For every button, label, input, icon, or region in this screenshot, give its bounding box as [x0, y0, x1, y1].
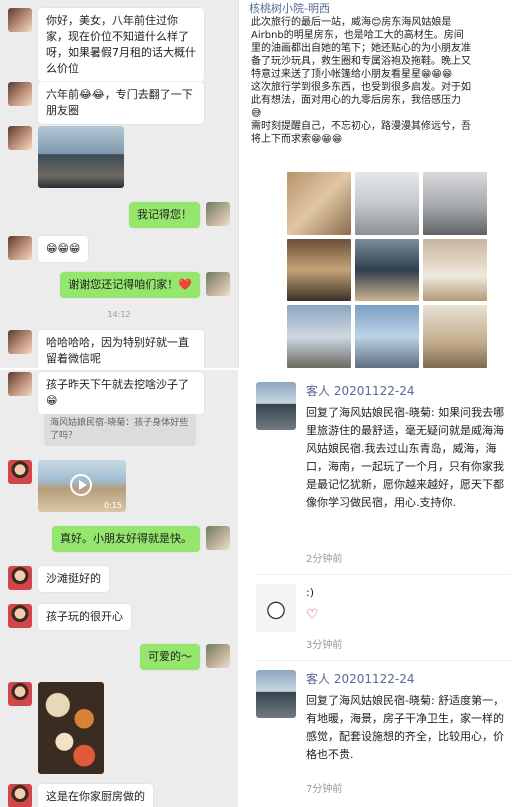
- photo-thumb[interactable]: [355, 172, 419, 235]
- comment-author[interactable]: 客人 20201122-24: [306, 382, 415, 399]
- divider: [256, 660, 511, 661]
- avatar[interactable]: [206, 272, 230, 296]
- post-text: 此次旅行的最后一站，威海😊房东海风姑娘是Airbnb的明星房东，也是哈工大的高材…: [251, 17, 471, 145]
- photo-thumb[interactable]: [287, 238, 351, 302]
- comment-author[interactable]: 客人 20201122-24: [306, 670, 415, 687]
- chat-message: 六年前😂😂，专门去翻了一下朋友圈: [8, 82, 204, 124]
- photo-thumb[interactable]: [423, 305, 487, 368]
- photo-thumb[interactable]: [287, 305, 351, 368]
- message-bubble: 我记得您！: [129, 202, 200, 228]
- message-bubble: 真好。小朋友好得就是快。: [52, 526, 200, 552]
- message-bubble: 沙滩挺好的: [38, 566, 109, 592]
- photo-thumb[interactable]: [423, 238, 487, 302]
- message-bubble: 可爱的～: [140, 644, 200, 670]
- chat-message: 孩子玩的很开心: [8, 604, 131, 630]
- chat-message: 谢谢您还记得咱们家！❤️: [60, 272, 230, 298]
- avatar[interactable]: [8, 8, 32, 32]
- avatar[interactable]: [8, 330, 32, 354]
- chat-panel-bottom: 孩子昨天下午就去挖啥沙子了😁 海风姑娘民宿-晓菊：孩子身体好些了吗？ 0:15 …: [0, 368, 238, 807]
- message-bubble: 哈哈哈哈，因为特别好就一直留着微信呢: [38, 330, 204, 368]
- video-duration: 0:15: [104, 501, 122, 510]
- avatar[interactable]: [8, 566, 32, 590]
- chat-message: [8, 126, 124, 188]
- avatar[interactable]: [206, 526, 230, 550]
- message-bubble: 六年前😂😂，专门去翻了一下朋友圈: [38, 82, 204, 124]
- comment-time: 2分钟前: [306, 554, 343, 565]
- photo-grid: [287, 172, 487, 368]
- chat-message: 真好。小朋友好得就是快。: [52, 526, 230, 552]
- comment-time: 3分钟前: [306, 640, 343, 651]
- comment-time: 7分钟前: [306, 784, 343, 795]
- message-bubble: 孩子昨天下午就去挖啥沙子了😁: [38, 372, 204, 414]
- photo-thumb[interactable]: [355, 305, 419, 368]
- avatar[interactable]: [8, 784, 32, 807]
- message-bubble: 谢谢您还记得咱们家！❤️: [60, 272, 200, 298]
- avatar[interactable]: [206, 202, 230, 226]
- avatar[interactable]: [8, 236, 32, 260]
- video-message[interactable]: 0:15: [38, 460, 126, 512]
- chat-panel-top: 你好，美女，八年前住过你家，现在价位不知道什么样了呀，如果暑假7月租的话大概什么…: [0, 0, 238, 368]
- avatar[interactable]: [8, 126, 32, 150]
- chat-message: 哈哈哈哈，因为特别好就一直留着微信呢: [8, 330, 204, 368]
- chat-message: [8, 682, 104, 774]
- message-bubble: 😁😁😁: [38, 236, 89, 262]
- image-message[interactable]: [38, 682, 104, 774]
- comment-text: :): [306, 586, 314, 599]
- message-bubble: 你好，美女，八年前住过你家，现在价位不知道什么样了呀，如果暑假7月租的话大概什么…: [38, 8, 204, 82]
- chat-message: 😁😁😁: [8, 236, 89, 262]
- divider: [256, 574, 511, 575]
- chat-message: 孩子昨天下午就去挖啥沙子了😁: [8, 372, 204, 414]
- avatar[interactable]: [206, 644, 230, 668]
- quoted-message[interactable]: 海风姑娘民宿-晓菊：孩子身体好些了吗？: [44, 414, 196, 446]
- play-icon[interactable]: [70, 474, 92, 496]
- avatar[interactable]: [256, 584, 296, 632]
- heart-icon[interactable]: ♡: [306, 606, 506, 624]
- chat-message: 你好，美女，八年前住过你家，现在价位不知道什么样了呀，如果暑假7月租的话大概什么…: [8, 8, 204, 82]
- comments-panel: 客人 20201122-24 回复了海风姑娘民宿-晓菊: 如果问我去哪里旅游住的…: [250, 368, 513, 807]
- photo-thumb[interactable]: [423, 172, 487, 235]
- avatar[interactable]: [8, 372, 32, 396]
- avatar[interactable]: [256, 670, 296, 718]
- chat-message: 我记得您！: [129, 202, 230, 228]
- comment-text: 回复了海风姑娘民宿-晓菊: 如果问我去哪里旅游住的最舒适，毫无疑问就是威海海风姑…: [306, 406, 505, 509]
- chat-message: 这是在你家厨房做的: [8, 784, 153, 807]
- avatar[interactable]: [8, 604, 32, 628]
- avatar[interactable]: [256, 382, 296, 430]
- chat-message: 0:15: [8, 460, 126, 512]
- chat-message: 沙滩挺好的: [8, 566, 109, 592]
- chat-timestamp: 14:12: [107, 310, 131, 319]
- chat-message: 可爱的～: [140, 644, 230, 670]
- photo-thumb[interactable]: [355, 238, 419, 302]
- moments-post: 核桃树小院-明西 此次旅行的最后一站，威海😊房东海风姑娘是Airbnb的明星房东…: [238, 0, 513, 368]
- photo-thumb[interactable]: [287, 172, 351, 235]
- comment-text: 回复了海风姑娘民宿-晓菊: 舒适度第一，有地暖，海景，房子干净卫生，家一样的感觉…: [306, 694, 505, 761]
- post-author[interactable]: 核桃树小院-明西: [249, 0, 330, 16]
- message-bubble: 这是在你家厨房做的: [38, 784, 153, 807]
- message-bubble: 孩子玩的很开心: [38, 604, 131, 630]
- avatar[interactable]: [8, 460, 32, 484]
- image-message[interactable]: [38, 126, 124, 188]
- avatar[interactable]: [8, 82, 32, 106]
- avatar[interactable]: [8, 682, 32, 706]
